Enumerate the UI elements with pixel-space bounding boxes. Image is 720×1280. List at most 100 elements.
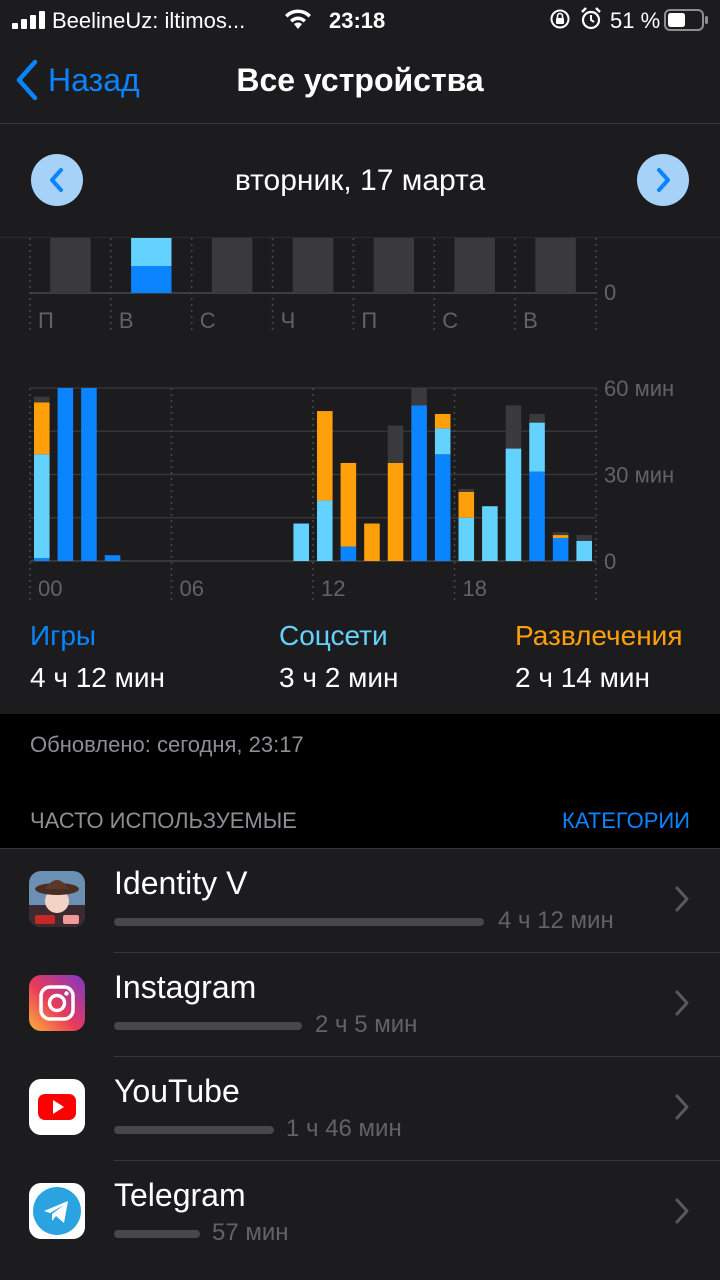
week-day-label: С [442,308,458,333]
most-used-list: Identity V 4 ч 12 мин Instagram 2 ч 5 ми… [0,848,720,1280]
category-time: 4 ч 12 мин [30,662,165,693]
list-item[interactable]: Instagram 2 ч 5 мин [0,953,720,1057]
hour-bar-segment [317,411,333,501]
y-tick-label: 0 [604,280,616,305]
week-bar [454,238,495,293]
date-selector: вторник, 17 марта [0,124,720,238]
hour-bar-segment [364,523,380,561]
x-tick-label: 12 [321,576,345,601]
hour-bar-segment [552,537,569,561]
hour-bar-segment [387,462,404,561]
hour-bar-segment [505,448,522,561]
instagram-icon [29,975,85,1031]
app-name: YouTube [114,1073,240,1109]
hour-bar-segment [81,388,97,561]
hour-bar-segment [340,462,357,547]
chevron-right-icon [675,886,689,912]
chevron-right-icon [657,168,670,192]
week-day-label: В [119,308,134,333]
carrier-name: BeelineUz: iltimos... [52,8,246,33]
hour-bar-segment [434,428,451,455]
hourly-usage-chart: 60 мин30 мин000 06 12 18 [29,376,674,601]
app-name: Telegram [114,1177,246,1213]
category-time: 3 ч 2 мин [279,662,399,693]
hour-bar-segment [576,535,592,541]
cellular-signal-icon [12,11,45,29]
list-item[interactable]: Identity V 4 ч 12 мин [0,849,720,953]
category-name: Игры [30,620,97,651]
week-day-label: П [361,308,377,333]
chevron-right-icon [675,1094,689,1120]
clock: 23:18 [329,8,386,33]
week-bar [131,266,172,293]
status-bar: BeelineUz: iltimos... 23:18 51 % [0,0,720,40]
hour-bar-segment [34,402,50,455]
x-tick-label: 18 [463,576,487,601]
date-label: вторник, 17 марта [234,164,486,197]
week-day-label: П [38,308,54,333]
list-item[interactable]: Telegram 57 мин [0,1161,720,1265]
usage-time: 1 ч 46 мин [286,1115,402,1142]
hour-bar-segment [434,454,451,561]
category-social: Соцсети 3 ч 2 мин [279,620,398,694]
y-tick-label: 60 мин [604,376,674,401]
hour-bar-segment [458,491,475,518]
orientation-lock-icon [550,9,570,29]
wifi-icon [285,9,311,29]
week-day-label: В [523,308,538,333]
hour-bar-segment [34,396,50,403]
category-name: Соцсети [279,620,388,651]
usage-time: 2 ч 5 мин [315,1011,418,1038]
battery-icon [664,9,708,31]
y-tick-label: 30 мин [604,463,674,488]
x-tick-label: 00 [38,576,62,601]
hour-bar-segment [411,388,427,406]
hour-bar-segment [34,454,50,559]
youtube-icon [29,1079,85,1135]
hour-bar-segment [317,500,333,561]
usage-bar [114,1230,200,1238]
weekly-usage-chart: П В С Ч П С В 0 [29,238,616,333]
hour-bar-segment [458,517,475,561]
hour-bar-segment [458,488,475,492]
hour-bar-segment [529,422,545,472]
week-day-label: С [200,308,216,333]
usage-bar [114,1022,302,1030]
hour-bar-segment [529,471,545,561]
usage-time: 57 мин [212,1219,289,1246]
hour-bar-segment [293,523,309,561]
app-name: Instagram [114,969,257,1005]
list-item[interactable]: YouTube 1 ч 46 мин [0,1057,720,1161]
week-bar [131,238,172,266]
alarm-icon [581,7,601,30]
week-bar [211,238,253,293]
usage-bar [114,918,484,926]
app-name: Identity V [114,865,248,901]
navigation-bar: Назад Все устройства [0,40,720,124]
hour-bar-segment [340,546,357,561]
hour-bar-segment [576,540,592,561]
category-name: Развлечения [515,620,683,651]
updated-timestamp: Обновлено: сегодня, 23:17 [30,732,304,757]
identity-v-icon [29,871,85,927]
week-bar [50,238,91,293]
hour-bar-segment [482,506,498,561]
category-time: 2 ч 14 мин [515,662,650,693]
hour-bar-segment [387,425,404,463]
chevron-right-icon [675,990,689,1016]
hour-bar-segment [104,555,121,561]
categories-link[interactable]: КАТЕГОРИИ [562,808,690,834]
category-summary: Игры 4 ч 12 мин Соцсети 3 ч 2 мин Развле… [0,620,720,714]
usage-bar [114,1126,274,1134]
category-entertainment: Развлечения 2 ч 14 мин [515,620,682,694]
chevron-right-icon [675,1198,689,1224]
next-day-button[interactable] [637,154,689,206]
hour-bar-segment [552,532,569,536]
week-bar [373,238,415,293]
week-day-label: Ч [281,308,296,333]
section-header: ЧАСТО ИСПОЛЬЗУЕМЫЕ [30,808,297,833]
hour-bar-segment [505,405,522,449]
hour-bar-segment [552,535,569,538]
y-tick-label: 0 [604,549,616,574]
page-title: Все устройства [236,62,484,98]
